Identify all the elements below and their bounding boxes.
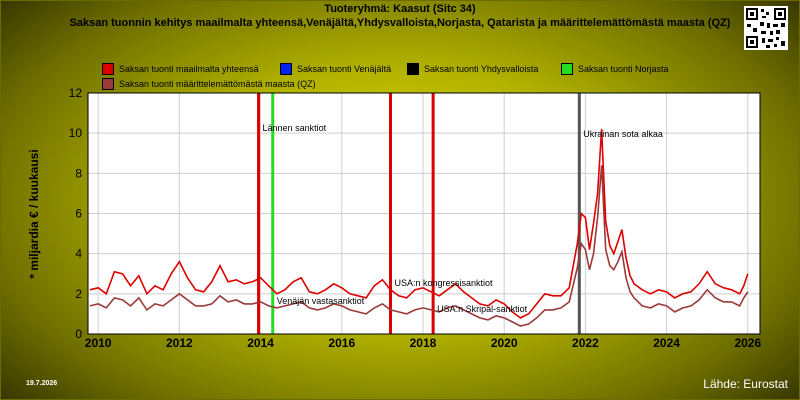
- x-tick-label: 2018: [410, 336, 437, 350]
- event-label: Venäjän vastasanktiot: [277, 296, 365, 306]
- event-label: USA:n Skripal-sanktiot: [437, 304, 528, 314]
- x-tick-label: 2012: [166, 336, 193, 350]
- event-label: Lännen sanktiot: [263, 123, 327, 133]
- x-tick-label: 2026: [734, 336, 761, 350]
- x-tick-label: 2022: [572, 336, 599, 350]
- y-tick-label: 4: [75, 247, 82, 261]
- x-tick-label: 2014: [247, 336, 274, 350]
- x-tick-label: 2010: [85, 336, 112, 350]
- source-label: Lähde: Eurostat: [703, 377, 788, 391]
- y-tick-label: 6: [75, 207, 82, 221]
- y-tick-label: 0: [75, 327, 82, 341]
- x-tick-label: 2020: [491, 336, 518, 350]
- y-tick-label: 2: [75, 287, 82, 301]
- x-tick-label: 2024: [653, 336, 680, 350]
- y-tick-label: 12: [69, 86, 83, 100]
- x-tick-label: 2016: [328, 336, 355, 350]
- event-label: Ukrainan sota alkaa: [583, 129, 663, 139]
- line-chart: 0 2 4 6 8 10 12 2010 2012 2014 2016 2018 2020 2022 202…: [69, 86, 762, 350]
- event-label: USA:n kongressisanktiot: [395, 278, 494, 288]
- date-label: 19.7.2026: [26, 380, 58, 387]
- y-tick-label: 10: [69, 126, 83, 140]
- y-tick-label: 8: [75, 166, 82, 180]
